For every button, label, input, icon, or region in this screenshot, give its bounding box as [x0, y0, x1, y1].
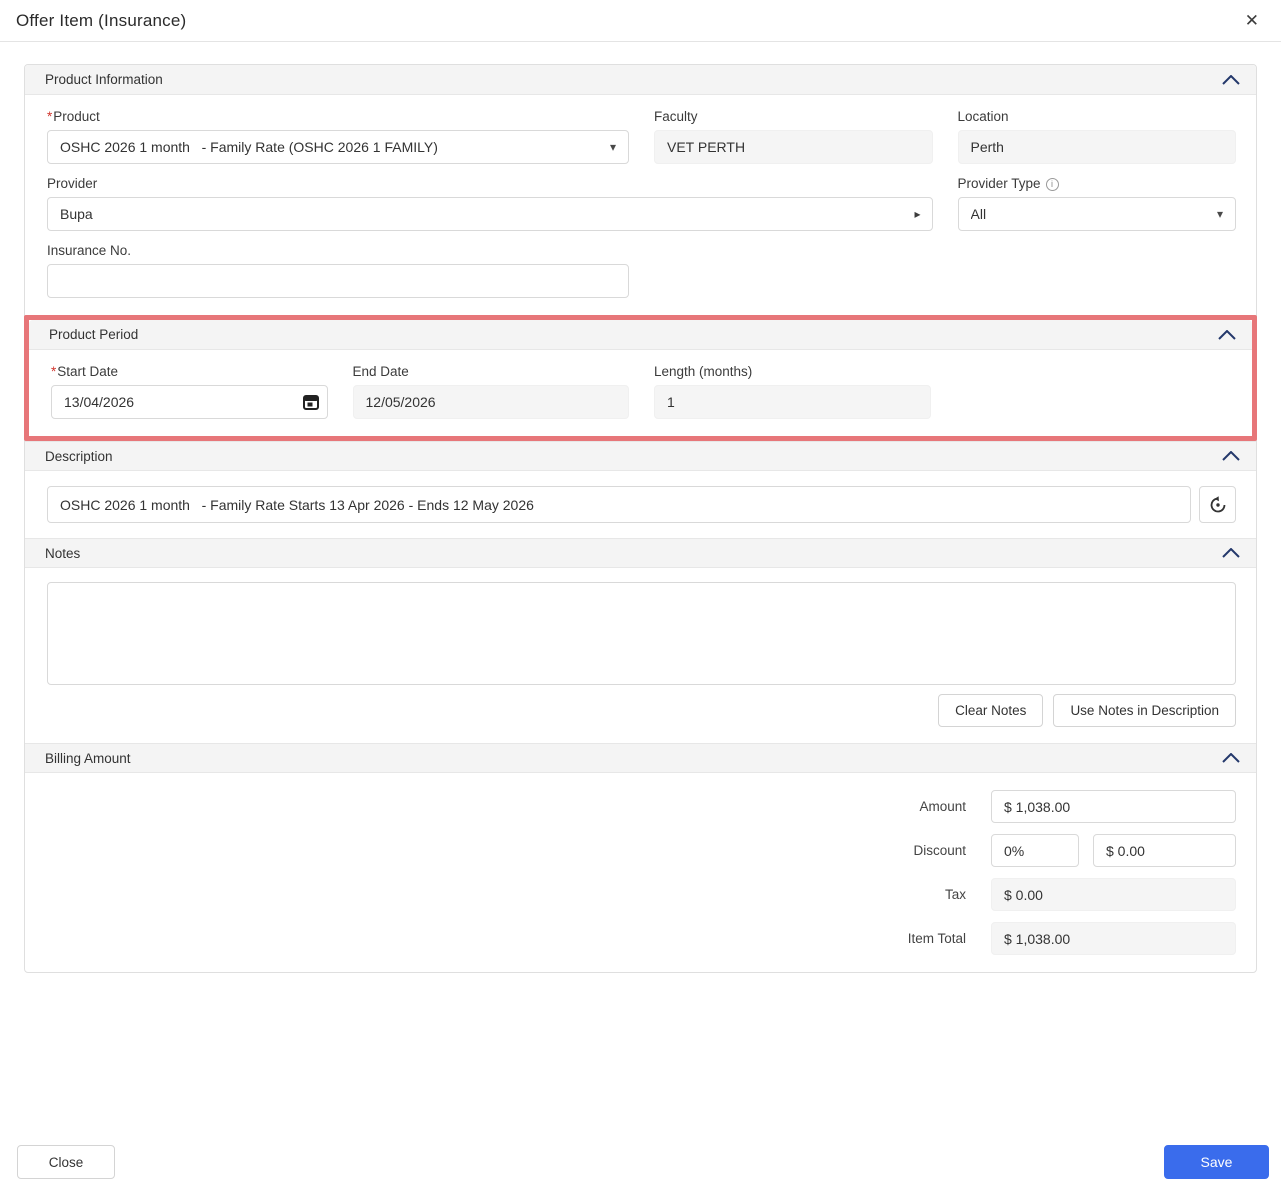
provider-type-value: All — [970, 206, 987, 222]
clear-notes-button[interactable]: Clear Notes — [938, 694, 1044, 727]
location-field-group: Location Perth — [957, 109, 1236, 164]
product-period-highlight: Product Period *Start Date 13/04/2026 En… — [24, 315, 1257, 441]
amount-label: Amount — [919, 799, 966, 814]
provider-type-label: Provider Type i — [958, 176, 1237, 191]
product-label: *Product — [47, 109, 100, 124]
chevron-up-icon[interactable] — [1222, 451, 1240, 461]
section-header-notes[interactable]: Notes — [25, 538, 1256, 568]
chevron-up-icon[interactable] — [1222, 753, 1240, 763]
section-title: Description — [45, 448, 113, 464]
discount-row: Discount — [47, 834, 1236, 867]
reset-description-button[interactable] — [1199, 486, 1236, 523]
required-marker: * — [47, 109, 53, 124]
period-spacer — [956, 364, 1233, 419]
section-title: Product Period — [49, 327, 139, 342]
use-notes-in-description-button[interactable]: Use Notes in Description — [1053, 694, 1236, 727]
length-months-field-group: Length (months) 1 — [654, 364, 931, 419]
product-field-group: *Product OSHC 2026 1 month - Family Rate… — [47, 109, 629, 164]
offer-item-dialog: Offer Item (Insurance) ✕ Product Informa… — [0, 0, 1281, 1199]
section-header-description[interactable]: Description — [25, 441, 1256, 471]
length-months-value: 1 — [667, 394, 675, 410]
reset-icon — [1210, 495, 1225, 512]
provider-input[interactable] — [47, 197, 933, 231]
product-dropdown-value: OSHC 2026 1 month - Family Rate (OSHC 20… — [60, 139, 438, 155]
item-total-label: Item Total — [907, 931, 966, 946]
item-total-field: $ 1,038.00 — [991, 922, 1236, 955]
section-title: Notes — [45, 545, 81, 561]
section-header-billing-amount[interactable]: Billing Amount — [25, 743, 1256, 773]
form-panel: Product Information *Product OSHC 2026 1… — [24, 64, 1257, 973]
tax-value: $ 0.00 — [1004, 886, 1043, 903]
close-icon[interactable]: ✕ — [1241, 8, 1263, 33]
notes-body: Clear Notes Use Notes in Description — [25, 568, 1256, 743]
dialog-titlebar: Offer Item (Insurance) ✕ — [0, 0, 1281, 42]
section-header-product-period[interactable]: Product Period — [29, 320, 1252, 350]
tax-row: Tax $ 0.00 — [47, 878, 1236, 911]
close-button[interactable]: Close — [17, 1145, 115, 1179]
item-total-row: Item Total $ 1,038.00 — [47, 922, 1236, 955]
page-title: Offer Item (Insurance) — [16, 10, 187, 30]
section-billing-amount: Billing Amount Amount Discount Tax — [25, 743, 1256, 972]
insurance-no-label: Insurance No. — [47, 243, 132, 258]
description-row — [25, 471, 1256, 538]
section-product-information: Product Information *Product OSHC 2026 1… — [25, 65, 1256, 315]
insurance-no-input[interactable] — [47, 264, 629, 298]
product-period-fields: *Start Date End Date 12/05/2026 — [29, 350, 1252, 436]
start-date-label: *Start Date — [51, 364, 119, 379]
calendar-icon[interactable] — [299, 390, 323, 414]
provider-type-field-group: Provider Type i All ▾ — [957, 176, 1237, 231]
section-description: Description — [25, 441, 1256, 538]
section-header-product-information[interactable]: Product Information — [25, 65, 1256, 95]
discount-percent-input[interactable] — [991, 834, 1079, 867]
chevron-down-icon: ▾ — [1216, 207, 1223, 221]
chevron-up-icon[interactable] — [1222, 548, 1240, 558]
tax-label: Tax — [944, 887, 966, 902]
chevron-down-icon: ▾ — [609, 140, 616, 154]
location-label: Location — [957, 109, 1009, 124]
section-product-period: Product Period *Start Date 13/04/2026 En… — [29, 320, 1252, 436]
notes-textarea[interactable] — [47, 582, 1236, 685]
insurance-no-field-group: Insurance No. — [47, 243, 629, 298]
chevron-up-icon[interactable] — [1222, 74, 1240, 85]
product-information-fields: *Product OSHC 2026 1 month - Family Rate… — [25, 95, 1256, 315]
end-date-field: 12/05/2026 — [352, 385, 629, 419]
length-months-field: 1 — [654, 385, 931, 419]
info-icon: i — [1045, 177, 1059, 191]
location-value: Perth — [970, 139, 1004, 155]
tax-field: $ 0.00 — [991, 878, 1236, 911]
section-title: Billing Amount — [45, 750, 131, 766]
faculty-label: Faculty — [654, 109, 698, 124]
start-date-field-group: *Start Date — [51, 364, 328, 419]
faculty-field-group: Faculty VET PERTH — [654, 109, 933, 164]
dialog-footer: Close Save — [0, 1145, 1281, 1199]
faculty-value: VET PERTH — [667, 139, 746, 155]
required-marker: * — [51, 364, 57, 379]
discount-label: Discount — [913, 843, 966, 858]
product-dropdown[interactable]: OSHC 2026 1 month - Family Rate (OSHC 20… — [47, 130, 629, 164]
notes-buttons: Clear Notes Use Notes in Description — [47, 694, 1236, 727]
amount-row: Amount — [47, 790, 1236, 823]
end-date-value: 12/05/2026 — [365, 394, 436, 410]
item-total-value: $ 1,038.00 — [1004, 930, 1071, 947]
provider-label: Provider — [47, 176, 98, 191]
amount-input[interactable] — [991, 790, 1236, 823]
end-date-label: End Date — [352, 364, 409, 379]
chevron-up-icon[interactable] — [1218, 329, 1236, 340]
faculty-field: VET PERTH — [654, 130, 933, 164]
provider-type-dropdown[interactable]: All ▾ — [957, 197, 1236, 231]
end-date-field-group: End Date 12/05/2026 — [352, 364, 629, 419]
provider-field-group: Provider ▸ — [47, 176, 933, 231]
discount-amount-input[interactable] — [1093, 834, 1236, 867]
start-date-input[interactable] — [51, 385, 328, 419]
location-field: Perth — [957, 130, 1236, 164]
billing-body: Amount Discount Tax $ 0.00 — [25, 773, 1256, 972]
description-input[interactable] — [47, 486, 1191, 523]
section-title: Product Information — [45, 72, 163, 87]
section-notes: Notes Clear Notes Use Notes in Descripti… — [25, 538, 1256, 743]
length-months-label: Length (months) — [654, 364, 753, 379]
save-button[interactable]: Save — [1164, 1145, 1269, 1179]
